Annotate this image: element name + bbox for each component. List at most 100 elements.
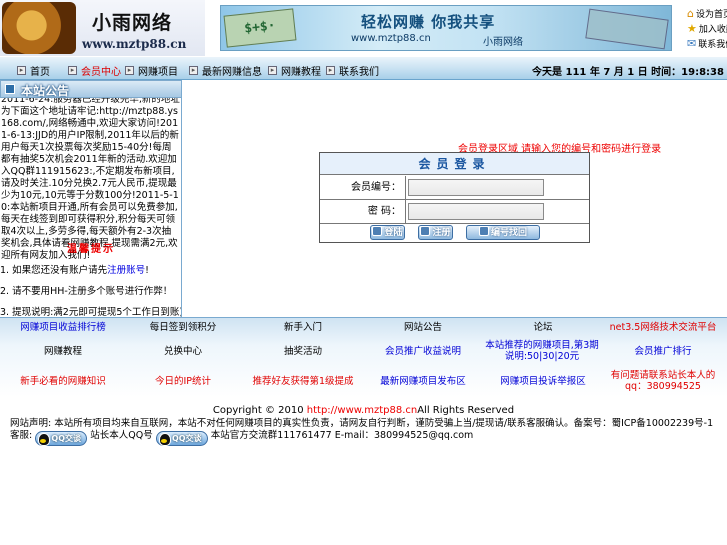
- quick-link-label: 设为首页: [695, 10, 727, 20]
- nav-item-home[interactable]: ▸ 首页: [17, 63, 50, 78]
- user-icon: [420, 226, 431, 236]
- footer-info: 网站声明: 本站所有项目均来自互联网，本站不对任何网赚项目的真实性负责，请网友自…: [10, 418, 720, 446]
- nav-item-contact[interactable]: ▸ 联系我们: [326, 63, 379, 78]
- nav-bullet-icon: ▸: [326, 66, 335, 75]
- nav-item-projects[interactable]: ▸ 网赚项目: [125, 63, 178, 78]
- link-cell[interactable]: 本站推荐的网赚项目,第3期说明:50|30|20元: [483, 340, 601, 362]
- user-id-row: 会员编号：: [320, 176, 589, 200]
- contact-us-link[interactable]: ✉ 联系我们: [687, 36, 727, 51]
- tip-text: !: [145, 265, 149, 276]
- link-cell[interactable]: net3.5网络技术交流平台: [603, 322, 723, 333]
- site-url-link[interactable]: http://www.mztp88.cn: [307, 405, 417, 416]
- add-favorite-link[interactable]: ★ 加入收藏: [687, 21, 727, 36]
- question-icon: [478, 226, 489, 236]
- banner-url: www.mztp88.cn: [351, 33, 431, 44]
- logo-url: www.mztp88.cn: [82, 37, 187, 51]
- footer-qq-text: 站长本人QQ号: [90, 430, 153, 441]
- nav-item-label: 网赚项目: [138, 67, 178, 78]
- mail-icon: ✉: [687, 36, 697, 50]
- notice-panel: 2011-6-24:服务器已经升级完毕,新的地址为下面这个地址请牢记:http:…: [0, 80, 182, 317]
- link-cell[interactable]: 有问题请联系站长本人的qq：380994525: [603, 370, 723, 392]
- star-icon: ★: [687, 21, 697, 35]
- password-row: 密 码：: [320, 200, 589, 224]
- nav-bullet-icon: ▸: [125, 66, 134, 75]
- nav-bullet-icon: ▸: [68, 66, 77, 75]
- qq-chat-button[interactable]: QQ交谈: [155, 431, 208, 446]
- link-cell[interactable]: 最新网赚项目发布区: [363, 376, 483, 387]
- register-button[interactable]: 注册: [418, 225, 453, 240]
- nav-item-member-center[interactable]: ▸ 会员中心: [68, 63, 121, 78]
- date-time-display: 今天是 111 年 7 月 1 日 时间：19:8:38: [532, 67, 724, 78]
- copyright-prefix: Copyright © 2010: [212, 405, 307, 416]
- tip-text: 如果您还没有账户请先: [12, 265, 108, 276]
- banner-money-icon: $+$·: [223, 8, 297, 48]
- link-cell[interactable]: 今日的IP统计: [123, 376, 243, 387]
- tip-item: 3. 提现说明:满2元即可提现5个工作日到账).: [0, 304, 181, 317]
- recover-id-button-label: 编号找回: [490, 228, 527, 238]
- site-logo[interactable]: 小雨网络 www.mztp88.cn: [0, 0, 205, 56]
- set-homepage-link[interactable]: ⌂ 设为首页: [687, 6, 727, 21]
- copyright-suffix: All Rights Reserved: [417, 405, 515, 416]
- quick-links: ⌂ 设为首页 ★ 加入收藏 ✉ 联系我们: [687, 6, 727, 51]
- nav-item-label: 最新网赚信息: [202, 67, 262, 78]
- notice-header: 本站公告: [0, 80, 181, 98]
- login-button[interactable]: 登陆: [370, 225, 405, 240]
- link-cell[interactable]: 每日签到领积分: [123, 322, 243, 333]
- user-id-label: 会员编号：: [320, 176, 406, 199]
- link-cell[interactable]: 网赚项目投诉举报区: [483, 376, 603, 387]
- main-nav: ▸ 首页 ▸ 会员中心 ▸ 网赚项目 ▸ 最新网赚信息 ▸ 网赚教程 ▸ 联系我…: [0, 57, 727, 80]
- link-cell[interactable]: 推荐好友获得第1级提成: [243, 376, 363, 387]
- nav-item-tutorials[interactable]: ▸ 网赚教程: [268, 63, 321, 78]
- nav-item-label: 联系我们: [339, 67, 379, 78]
- nav-item-label: 首页: [30, 67, 50, 78]
- notice-title: 本站公告: [21, 84, 70, 98]
- footer-contact: 本站官方交流群111761477 E-mail：380994525@qq.com: [210, 430, 474, 441]
- link-cell[interactable]: 会员推广排行: [603, 346, 723, 357]
- link-cell[interactable]: 抽奖活动: [243, 346, 363, 357]
- header: 小雨网络 www.mztp88.cn $+$· 轻松网赚 你我共享 www.mz…: [0, 0, 727, 57]
- nav-bullet-icon: ▸: [189, 66, 198, 75]
- key-icon: [372, 226, 383, 236]
- link-cell[interactable]: 网赚教程: [3, 346, 123, 357]
- user-id-input[interactable]: [408, 179, 544, 196]
- link-cell[interactable]: 新手必看的网赚知识: [3, 376, 123, 387]
- nav-bullet-icon: ▸: [17, 66, 26, 75]
- link-cell[interactable]: 会员推广收益说明: [363, 346, 483, 357]
- banner-slogan: 轻松网赚 你我共享: [361, 13, 496, 31]
- banner-name: 小雨网络: [483, 37, 523, 48]
- tip-text: 请不要用HH-注册多个账号进行作弊！: [12, 286, 173, 297]
- link-cell[interactable]: 兑换中心: [123, 346, 243, 357]
- copyright: Copyright © 2010 http://www.mztp88.cnAll…: [0, 405, 727, 416]
- link-cell[interactable]: 新手入门: [243, 322, 363, 333]
- register-button-label: 注册: [432, 228, 451, 238]
- links-grid: 网赚项目收益排行榜 每日签到领积分 新手入门 网站公告 论坛 net3.5网络技…: [0, 317, 727, 397]
- link-cell[interactable]: 论坛: [483, 322, 603, 333]
- link-cell[interactable]: 网站公告: [363, 322, 483, 333]
- nav-item-label: 会员中心: [81, 67, 121, 78]
- tip-text: ).: [179, 307, 181, 317]
- notice-body: 2011-6-24:服务器已经升级完毕,新的地址为下面这个地址请牢记:http:…: [1, 94, 180, 261]
- register-link[interactable]: 注册账号: [107, 265, 145, 276]
- login-form: 会员登录 会员编号： 密 码： 登陆 注册 编号找回: [319, 152, 590, 243]
- tip-item: 2. 请不要用HH-注册多个账号进行作弊！: [0, 286, 173, 297]
- banner-money-icon: [585, 8, 669, 50]
- link-cell[interactable]: 网赚项目收益排行榜: [3, 322, 123, 333]
- qq-chat-button[interactable]: QQ交谈: [35, 431, 88, 446]
- tip-text: 提现说明:满2元即可提现5个工作日到账: [12, 307, 180, 317]
- password-label: 密 码：: [320, 200, 406, 223]
- notice-icon: [5, 84, 15, 94]
- logo-coin-icon: [2, 2, 76, 54]
- nav-item-label: 网赚教程: [281, 67, 321, 78]
- recover-id-button[interactable]: 编号找回: [466, 225, 540, 240]
- home-icon: ⌂: [687, 6, 694, 20]
- logo-title: 小雨网络: [92, 12, 173, 34]
- tip-item: 1. 如果您还没有账户请先注册账号!: [0, 265, 149, 276]
- password-input[interactable]: [408, 203, 544, 220]
- login-buttons: 登陆 注册 编号找回: [320, 223, 589, 243]
- banner[interactable]: $+$· 轻松网赚 你我共享 www.mztp88.cn 小雨网络: [220, 5, 672, 51]
- quick-link-label: 联系我们: [698, 40, 727, 50]
- nav-bullet-icon: ▸: [268, 66, 277, 75]
- quick-link-label: 加入收藏: [698, 25, 727, 35]
- tips-title: 温馨提示: [67, 244, 115, 255]
- nav-item-latest-info[interactable]: ▸ 最新网赚信息: [189, 63, 262, 78]
